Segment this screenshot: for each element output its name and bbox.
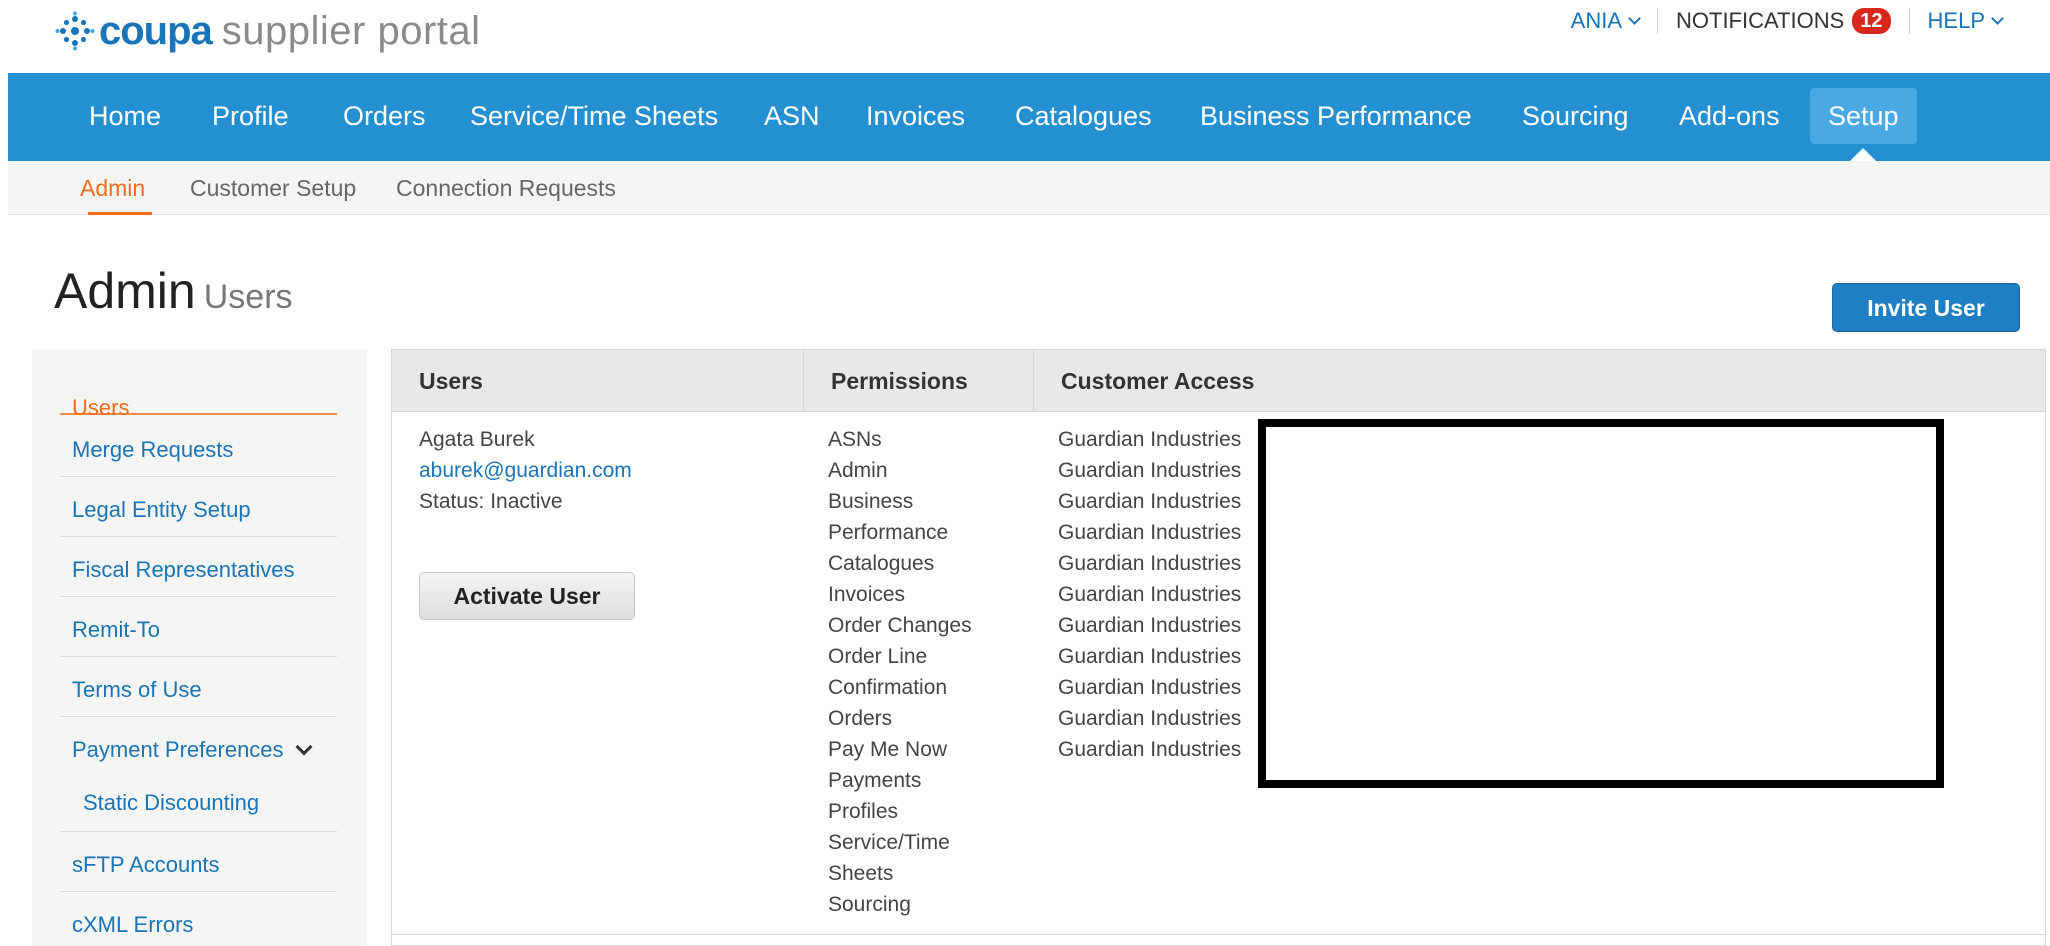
redaction-box bbox=[1258, 419, 1944, 788]
user-name: Agata Burek bbox=[419, 428, 535, 451]
permissions-list: ASNs Admin Business Performance Catalogu… bbox=[828, 424, 972, 920]
user-menu-label: ANIA bbox=[1570, 8, 1622, 33]
column-header-customer-access: Customer Access bbox=[1061, 368, 1255, 394]
subnav-tab-admin[interactable]: Admin bbox=[80, 175, 145, 202]
user-email-link[interactable]: aburek@guardian.com bbox=[419, 455, 632, 486]
customer-access-item: Guardian Industries bbox=[1058, 490, 1242, 513]
column-header-permissions: Permissions bbox=[804, 350, 1034, 412]
help-label: HELP bbox=[1927, 8, 1985, 33]
table-header: Users Permissions Customer Access bbox=[392, 350, 2045, 412]
logo-brand-text: coupa bbox=[99, 8, 213, 53]
customer-access-item: Guardian Industries bbox=[1058, 676, 1242, 699]
permission-item: Order Changes bbox=[828, 614, 972, 637]
permission-item: Sourcing bbox=[828, 893, 911, 916]
customer-access-item: Guardian Industries bbox=[1058, 583, 1242, 606]
customer-access-list: Guardian Industries Guardian Industries … bbox=[1058, 424, 1241, 765]
permission-item: Sheets bbox=[828, 862, 894, 885]
customer-access-item: Guardian Industries bbox=[1058, 738, 1242, 761]
subnav-tab-connection-requests[interactable]: Connection Requests bbox=[396, 175, 616, 202]
chevron-down-icon bbox=[1628, 11, 1641, 25]
sidebar-item-users[interactable]: Users bbox=[60, 362, 337, 420]
invite-user-button[interactable]: Invite User bbox=[1832, 283, 2020, 332]
nav-item-setup[interactable]: Setup bbox=[1810, 88, 1917, 144]
column-header-users: Users bbox=[392, 350, 804, 412]
subnav-tab-customer-setup[interactable]: Customer Setup bbox=[190, 175, 356, 202]
sidebar-item-legal-entity-setup[interactable]: Legal Entity Setup bbox=[60, 477, 337, 537]
sidebar-item-label: Static Discounting bbox=[83, 790, 260, 815]
sidebar-item-label: Legal Entity Setup bbox=[72, 497, 251, 522]
permission-item: Order Line bbox=[828, 645, 928, 668]
permission-item: Business bbox=[828, 490, 914, 513]
nav-item-profile[interactable]: Profile bbox=[194, 88, 307, 144]
page-title: Admin Users bbox=[54, 262, 293, 320]
sidebar-item-label: cXML Errors bbox=[72, 912, 194, 937]
nav-item-service-time-sheets[interactable]: Service/Time Sheets bbox=[452, 88, 736, 144]
permission-item: Admin bbox=[828, 459, 888, 482]
customer-access-item: Guardian Industries bbox=[1058, 614, 1242, 637]
activate-user-button[interactable]: Activate User bbox=[419, 572, 635, 620]
active-nav-caret bbox=[1850, 148, 1876, 161]
notifications-menu[interactable]: NOTIFICATIONS 12 bbox=[1657, 8, 1909, 34]
customer-access-item: Guardian Industries bbox=[1058, 552, 1242, 575]
permission-item: Payments bbox=[828, 769, 922, 792]
page-title-main: Admin bbox=[54, 263, 196, 319]
sidebar-item-label: Terms of Use bbox=[72, 677, 202, 702]
sidebar-item-label: Payment Preferences bbox=[72, 737, 284, 762]
sidebar-item-label: sFTP Accounts bbox=[72, 852, 220, 877]
sidebar-item-label: Fiscal Representatives bbox=[72, 557, 295, 582]
permission-item: Catalogues bbox=[828, 552, 935, 575]
permission-item: Confirmation bbox=[828, 676, 948, 699]
permission-item: Performance bbox=[828, 521, 949, 544]
permission-item: ASNs bbox=[828, 428, 882, 451]
sidebar-item-cxml-errors[interactable]: cXML Errors bbox=[60, 892, 337, 946]
chevron-down-icon bbox=[295, 738, 313, 756]
customer-access-item: Guardian Industries bbox=[1058, 645, 1242, 668]
customer-access-item: Guardian Industries bbox=[1058, 707, 1242, 730]
sidebar-item-label: Remit-To bbox=[72, 617, 161, 642]
permission-item: Profiles bbox=[828, 800, 899, 823]
main-nav: Home Profile Orders Service/Time Sheets … bbox=[8, 73, 2050, 161]
customer-access-item: Guardian Industries bbox=[1058, 459, 1242, 482]
sidebar-item-remit-to[interactable]: Remit-To bbox=[60, 597, 337, 657]
nav-item-add-ons[interactable]: Add-ons bbox=[1661, 88, 1798, 144]
permission-item: Invoices bbox=[828, 583, 906, 606]
help-menu[interactable]: HELP bbox=[1908, 8, 2020, 34]
top-bar: coupa supplier portal ANIA NOTIFICATIONS… bbox=[0, 0, 2050, 73]
notifications-count-badge: 12 bbox=[1852, 8, 1891, 34]
sidebar-item-merge-requests[interactable]: Merge Requests bbox=[60, 415, 337, 477]
customer-access-item: Guardian Industries bbox=[1058, 521, 1242, 544]
customer-access-item: Guardian Industries bbox=[1058, 428, 1242, 451]
nav-item-invoices[interactable]: Invoices bbox=[848, 88, 983, 144]
admin-sidebar: Users Merge Requests Legal Entity Setup … bbox=[32, 349, 367, 946]
utility-nav: ANIA NOTIFICATIONS 12 HELP bbox=[1553, 6, 2020, 36]
sidebar-item-fiscal-representatives[interactable]: Fiscal Representatives bbox=[60, 537, 337, 597]
active-tab-underline bbox=[88, 212, 152, 215]
sidebar-item-sftp-accounts[interactable]: sFTP Accounts bbox=[60, 832, 337, 892]
sidebar-item-static-discounting[interactable]: Static Discounting bbox=[60, 777, 337, 832]
permission-item: Pay Me Now bbox=[828, 738, 948, 761]
notifications-label: NOTIFICATIONS bbox=[1676, 8, 1845, 33]
coupa-logo[interactable]: coupa supplier portal bbox=[55, 6, 481, 56]
chevron-down-icon bbox=[1991, 11, 2004, 25]
user-status: Status: Inactive bbox=[419, 490, 563, 513]
sidebar-item-payment-preferences[interactable]: Payment Preferences bbox=[60, 717, 337, 777]
permission-item: Orders bbox=[828, 707, 893, 730]
page-subtitle: Users bbox=[203, 278, 293, 316]
sub-nav: Admin Customer Setup Connection Requests bbox=[8, 161, 2050, 215]
sidebar-item-label: Merge Requests bbox=[72, 437, 234, 462]
coupa-logo-icon bbox=[55, 11, 95, 51]
nav-item-home[interactable]: Home bbox=[71, 88, 179, 144]
nav-item-asn[interactable]: ASN bbox=[746, 88, 838, 144]
logo-product-text: supplier portal bbox=[221, 8, 481, 53]
nav-item-orders[interactable]: Orders bbox=[325, 88, 444, 144]
nav-item-sourcing[interactable]: Sourcing bbox=[1504, 88, 1647, 144]
nav-item-business-performance[interactable]: Business Performance bbox=[1182, 88, 1490, 144]
nav-item-catalogues[interactable]: Catalogues bbox=[997, 88, 1170, 144]
sidebar-item-terms-of-use[interactable]: Terms of Use bbox=[60, 657, 337, 717]
user-menu[interactable]: ANIA bbox=[1553, 8, 1657, 34]
permission-item: Service/Time bbox=[828, 831, 950, 854]
